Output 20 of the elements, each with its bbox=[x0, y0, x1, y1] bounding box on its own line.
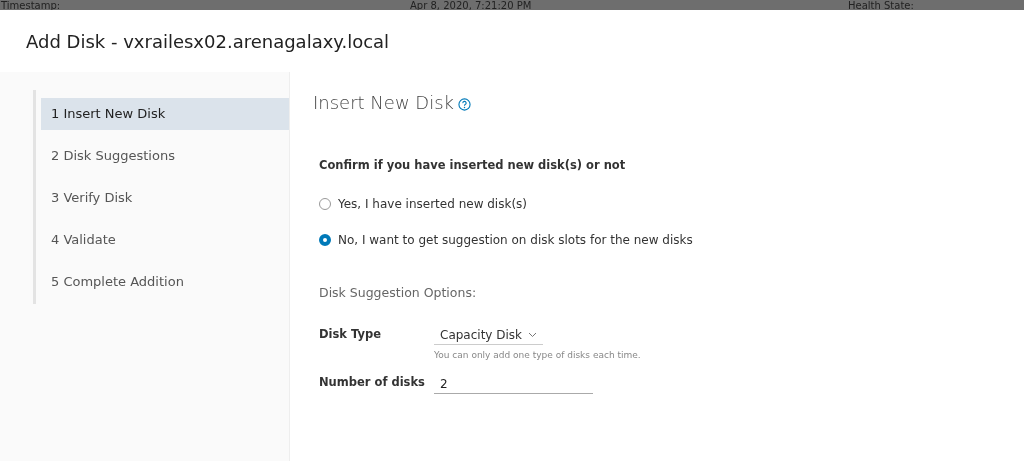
radio-option[interactable]: Yes, I have inserted new disk(s) bbox=[319, 197, 528, 211]
radio-button[interactable] bbox=[319, 234, 331, 246]
step-item[interactable]: 2 Disk Suggestions bbox=[41, 140, 289, 172]
step-item[interactable]: 3 Verify Disk bbox=[41, 182, 289, 214]
help-icon[interactable] bbox=[458, 98, 471, 111]
page-title: Insert New Disk bbox=[313, 92, 454, 113]
step-item[interactable]: 1 Insert New Disk bbox=[41, 98, 289, 130]
radio-button[interactable] bbox=[319, 198, 331, 210]
section-label: Disk Suggestion Options: bbox=[319, 285, 478, 300]
number-of-disks-label: Number of disks bbox=[319, 375, 426, 391]
step-item[interactable]: 4 Validate bbox=[41, 224, 289, 256]
step-item[interactable]: 5 Complete Addition bbox=[41, 266, 289, 298]
dialog-title: Add Disk - vxrailesx02.arenagalaxy.local bbox=[26, 30, 390, 52]
question-label: Confirm if you have inserted new disk(s) or not bbox=[319, 158, 627, 172]
disk-type-label: Disk Type bbox=[319, 327, 382, 343]
chevron-down-icon bbox=[528, 332, 538, 338]
health-state-label: Health State: bbox=[848, 1, 914, 10]
radio-option[interactable]: No, I want to get suggestion on disk slots for the new disks bbox=[319, 233, 693, 247]
disk-type-dropdown[interactable]: Capacity Disk bbox=[434, 328, 544, 345]
disk-type-hint: You can only add one type of disks each time. bbox=[434, 350, 641, 360]
